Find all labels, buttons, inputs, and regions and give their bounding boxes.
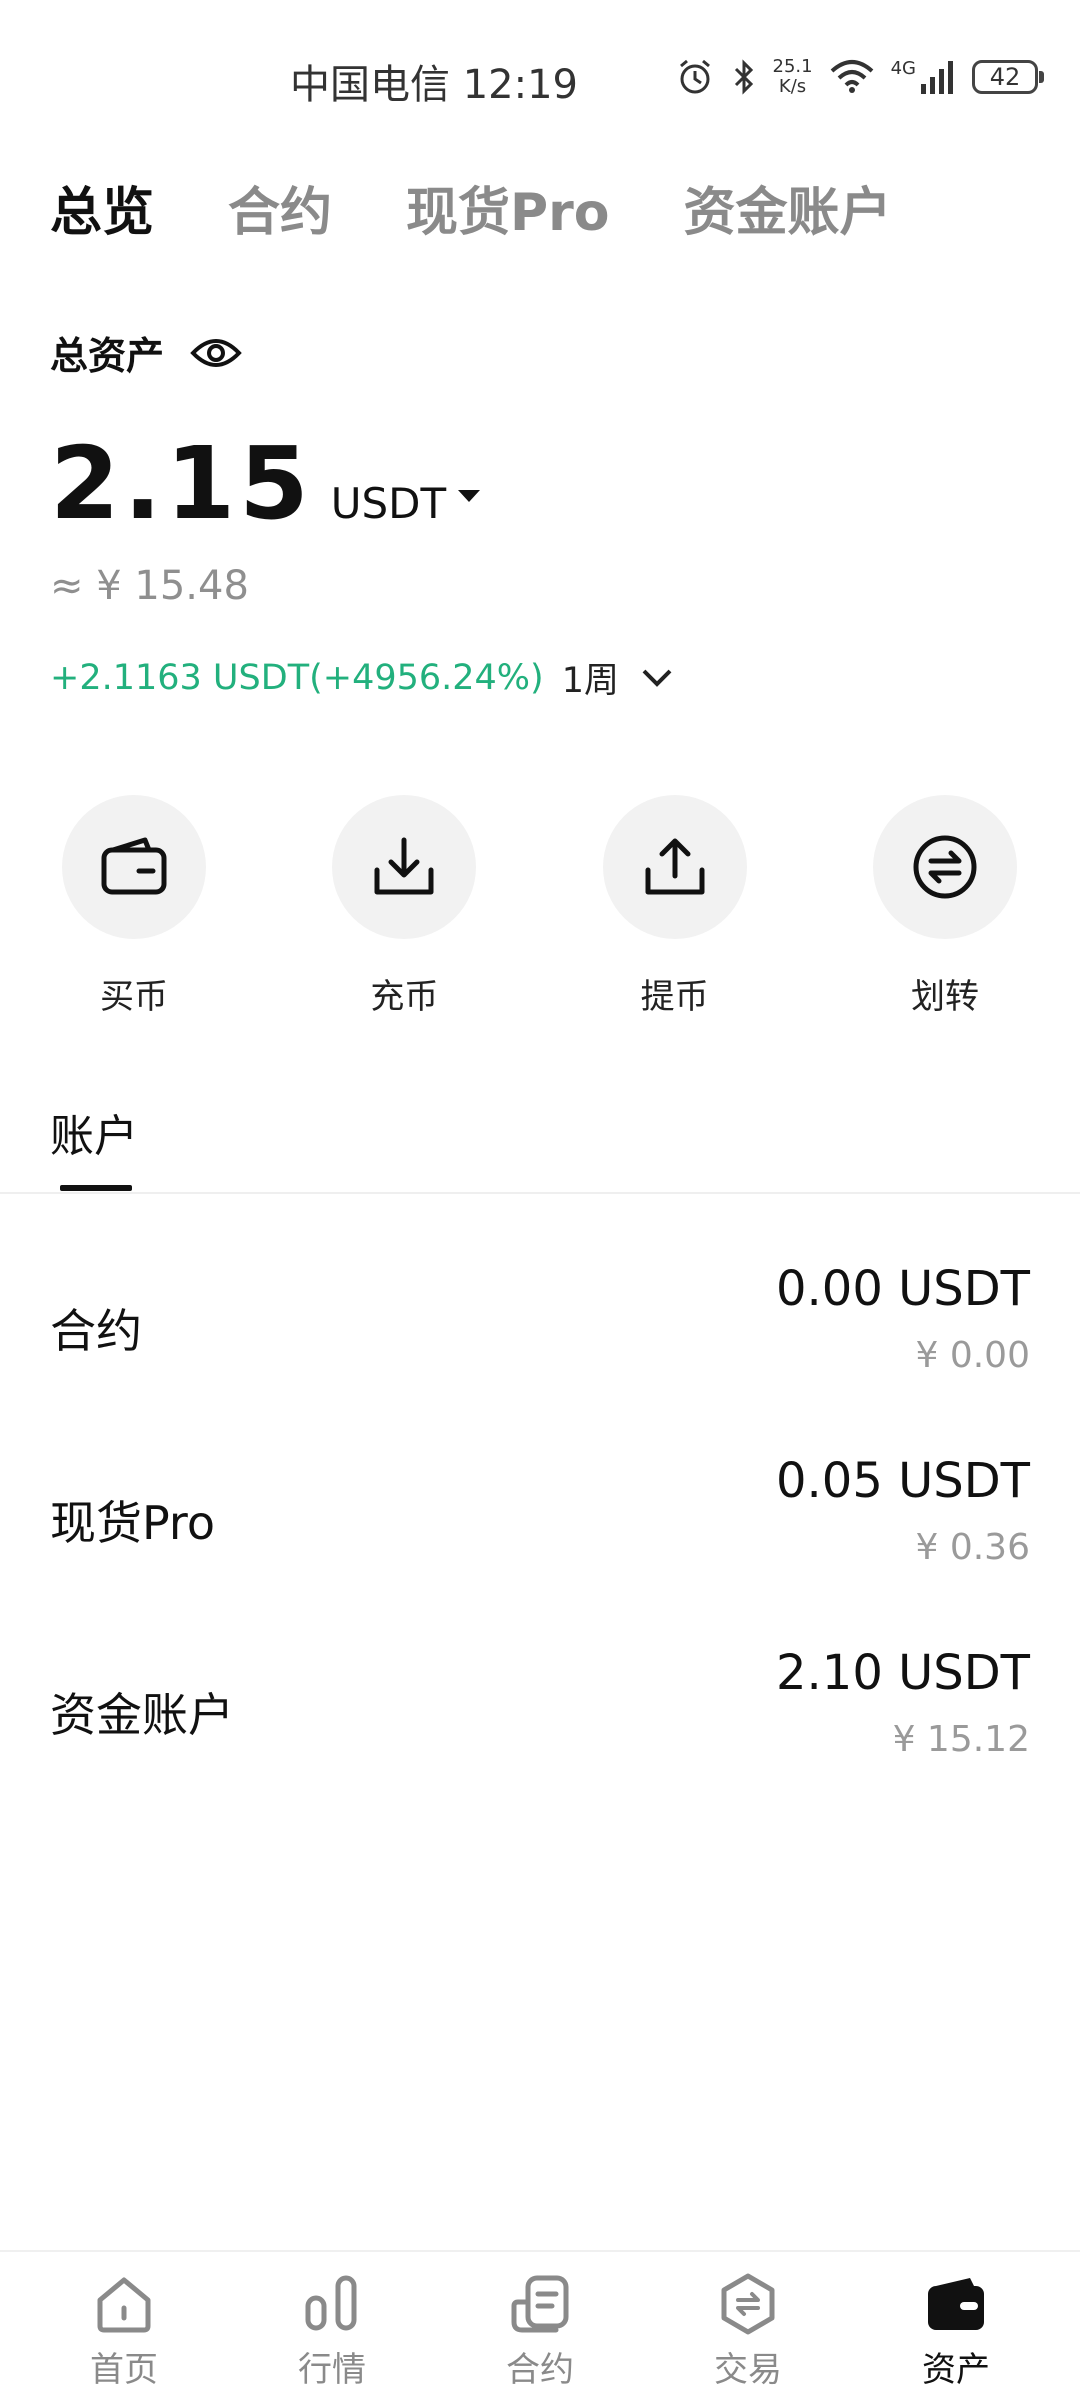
withdraw-label: 提币: [640, 977, 709, 1017]
tab-indicator: [60, 1185, 132, 1191]
account-row-contract[interactable]: 合约 0.00 USDT ¥ 0.00: [0, 1245, 1080, 1395]
buy-coin-button[interactable]: 买币: [62, 795, 206, 1018]
transfer-label: 划转: [910, 977, 979, 1017]
account-amount: 2.10 USDT: [775, 1645, 1030, 1701]
status-icons: 25.1 K/s 4G 42: [675, 52, 1044, 102]
deposit-icon: [374, 837, 434, 895]
account-amount: 0.00 USDT: [775, 1261, 1030, 1317]
tab-contract[interactable]: 合约: [228, 170, 332, 245]
pnl-period: 1周: [561, 661, 619, 701]
eye-icon[interactable]: [190, 335, 242, 371]
nav-market[interactable]: 行情: [252, 2252, 412, 2400]
bluetooth-icon: [734, 59, 753, 95]
status-bar: 中国电信 12:19 25.1 K/s 4G 42: [0, 0, 1080, 150]
deposit-label: 充币: [370, 977, 439, 1017]
nav-assets[interactable]: 资产: [876, 2252, 1036, 2400]
alarm-icon: [679, 59, 710, 94]
total-assets-label: 总资产: [50, 334, 165, 378]
contract-icon: [511, 2275, 569, 2333]
withdraw-button[interactable]: 提币: [602, 795, 747, 1018]
net-speed-value: 25.1: [772, 56, 813, 77]
nav-contract-label: 合约: [506, 2350, 574, 2390]
quick-actions: 买币 充币 提币 划转: [62, 795, 1017, 1018]
pnl-value: +2.1163 USDT(+4956.24%): [50, 657, 544, 698]
account-row-spot-pro[interactable]: 现货Pro 0.05 USDT ¥ 0.36: [0, 1437, 1080, 1587]
account-amount: 0.05 USDT: [775, 1453, 1030, 1509]
nav-trade[interactable]: 交易: [668, 2252, 828, 2400]
market-icon: [305, 2275, 357, 2331]
net-speed: 25.1 K/s: [773, 57, 813, 97]
balance-row: 2.15 USDT: [50, 425, 481, 542]
top-tabs: 总览 合约 现货Pro 资金账户: [50, 170, 892, 245]
tab-overview[interactable]: 总览: [50, 170, 154, 245]
account-cny: ¥ 0.00: [915, 1335, 1030, 1376]
assets-page: 中国电信 12:19 25.1 K/s 4G 42 总览 合约 现货Pro 资金…: [0, 0, 1080, 2400]
tab-funding-account[interactable]: 资金账户: [684, 170, 892, 245]
nav-assets-label: 资产: [922, 2350, 990, 2390]
deposit-button[interactable]: 充币: [332, 795, 477, 1018]
nav-home[interactable]: 首页: [44, 2252, 204, 2400]
net-speed-unit: K/s: [778, 76, 807, 97]
wallet-icon: [101, 837, 167, 895]
account-cny: ¥ 0.36: [915, 1527, 1030, 1568]
nav-market-label: 行情: [298, 2350, 366, 2390]
currency-selector[interactable]: USDT: [330, 479, 481, 528]
pnl-row[interactable]: +2.1163 USDT(+4956.24%) 1周: [50, 652, 673, 703]
total-balance: 2.15: [50, 425, 313, 542]
caret-down-icon: [458, 489, 481, 502]
transfer-button[interactable]: 划转: [872, 795, 1017, 1018]
nav-trade-label: 交易: [714, 2350, 782, 2390]
chevron-down-icon: [642, 669, 672, 687]
tab-accounts[interactable]: 账户: [50, 1100, 138, 1164]
withdraw-icon: [645, 838, 705, 895]
network-type: 4G: [890, 58, 916, 79]
currency-unit: USDT: [330, 479, 447, 528]
home-icon: [97, 2277, 151, 2333]
wifi-icon: [830, 60, 873, 93]
deposit-circle: [332, 795, 477, 939]
tab-spot-pro[interactable]: 现货Pro: [406, 170, 609, 245]
nav-home-label: 首页: [90, 2350, 158, 2390]
bottom-nav: 首页 行情 合约 交易 资产: [0, 2250, 1080, 2400]
nav-contract[interactable]: 合约: [460, 2252, 620, 2400]
withdraw-circle: [602, 795, 747, 939]
battery-indicator: 42: [972, 60, 1044, 94]
carrier-time: 中国电信 12:19: [290, 62, 578, 108]
signal-icon: [921, 61, 953, 94]
buy-coin-label: 买币: [100, 977, 168, 1017]
buy-coin-circle: [62, 795, 206, 939]
account-cny: ¥ 15.12: [892, 1719, 1030, 1760]
account-name: 现货Pro: [50, 1496, 215, 1550]
transfer-icon: [913, 835, 977, 899]
signal-group: 4G: [891, 60, 956, 94]
account-row-funding[interactable]: 资金账户 2.10 USDT ¥ 15.12: [0, 1629, 1080, 1779]
account-name: 合约: [50, 1304, 142, 1358]
total-assets-header: 总资产: [50, 325, 242, 380]
trade-icon: [721, 2273, 775, 2335]
transfer-circle: [872, 795, 1017, 939]
assets-wallet-icon: [928, 2278, 984, 2330]
cny-approx: ≈ ¥ 15.48: [50, 563, 249, 609]
divider: [0, 1192, 1080, 1194]
account-name: 资金账户: [50, 1688, 234, 1742]
